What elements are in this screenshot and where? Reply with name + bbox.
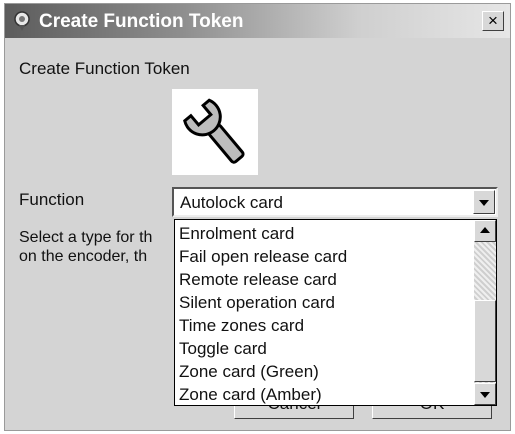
dropdown-option[interactable]: Toggle card [179, 337, 267, 360]
function-selected-value: Autolock card [180, 193, 283, 212]
chevron-down-icon [480, 392, 490, 398]
dropdown-scrollbar[interactable] [474, 220, 496, 405]
title-bar[interactable]: Create Function Token × [5, 4, 510, 38]
scroll-down-button[interactable] [474, 383, 496, 405]
dropdown-option[interactable]: Remote release card [179, 268, 337, 291]
dropdown-option[interactable]: Zone card (Green) [179, 360, 319, 383]
close-button[interactable]: × [482, 11, 504, 31]
function-label: Function [19, 190, 85, 209]
combobox-dropdown-button[interactable] [473, 190, 495, 214]
function-combobox[interactable]: Autolock card [172, 187, 498, 217]
dropdown-option[interactable]: Time zones card [179, 314, 304, 337]
chevron-up-icon [480, 227, 490, 233]
function-token-image [172, 89, 258, 175]
scrollbar-thumb[interactable] [474, 300, 496, 382]
function-dropdown-list: Enrolment card Fail open release card Re… [174, 219, 497, 406]
chevron-down-icon [479, 200, 489, 206]
dropdown-option[interactable]: Enrolment card [179, 222, 294, 245]
wrench-icon [183, 98, 245, 164]
dropdown-option[interactable]: Silent operation card [179, 291, 335, 314]
dropdown-option[interactable]: Fail open release card [179, 245, 347, 268]
description-text: Select a type for th on the encoder, th [19, 228, 179, 266]
dialog-heading: Create Function Token [19, 59, 190, 78]
close-icon: × [488, 11, 498, 30]
window-title: Create Function Token [39, 11, 244, 32]
dropdown-option[interactable]: Zone card (Amber) [179, 383, 322, 406]
description-line: on the encoder, th [19, 248, 148, 265]
description-line: Select a type for th [19, 229, 153, 246]
scroll-up-button[interactable] [474, 220, 496, 242]
create-function-token-dialog: Create Function Token × Create Function … [4, 3, 511, 431]
token-icon [14, 11, 30, 31]
